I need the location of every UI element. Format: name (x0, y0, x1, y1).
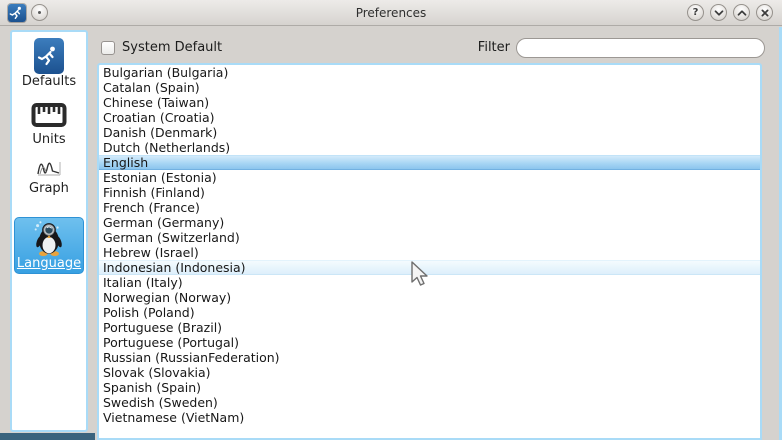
language-row[interactable]: English (99, 155, 760, 170)
language-row[interactable]: Russian (RussianFederation) (99, 350, 760, 365)
question-icon: ? (693, 7, 699, 18)
language-row[interactable]: Portuguese (Brazil) (99, 320, 760, 335)
close-button[interactable] (756, 4, 773, 21)
graph-icon (12, 159, 86, 181)
language-row[interactable]: French (France) (99, 200, 760, 215)
language-row[interactable]: Slovak (Slovakia) (99, 365, 760, 380)
language-row[interactable]: Swedish (Sweden) (99, 395, 760, 410)
language-row[interactable]: Bulgarian (Bulgaria) (99, 65, 760, 80)
language-row[interactable]: Portuguese (Portugal) (99, 335, 760, 350)
minimize-button[interactable] (710, 4, 727, 21)
language-row[interactable]: Danish (Denmark) (99, 125, 760, 140)
language-row[interactable]: Croatian (Croatia) (99, 110, 760, 125)
language-row[interactable]: Spanish (Spain) (99, 380, 760, 395)
background-window-edge (0, 433, 95, 440)
close-icon (758, 6, 772, 20)
sidebar-item-defaults[interactable]: Defaults (12, 38, 86, 89)
sidebar-item-language[interactable]: Language (14, 217, 84, 274)
sidebar-item-label: Units (12, 132, 86, 147)
language-row[interactable]: Estonian (Estonia) (99, 170, 760, 185)
sidebar-item-label: Graph (12, 181, 86, 196)
titlebar[interactable]: Preferences ? (0, 0, 782, 26)
language-row[interactable]: Vietnamese (VietNam) (99, 410, 760, 425)
sidebar-item-label: Defaults (12, 74, 86, 89)
language-row[interactable]: Dutch (Netherlands) (99, 140, 760, 155)
language-row[interactable]: Norwegian (Norway) (99, 290, 760, 305)
language-row[interactable]: Catalan (Spain) (99, 80, 760, 95)
filter-input[interactable] (516, 38, 765, 58)
ruler-icon (12, 102, 86, 132)
language-row[interactable]: Chinese (Taiwan) (99, 95, 760, 110)
system-default-label[interactable]: System Default (122, 41, 222, 55)
maximize-button[interactable] (733, 4, 750, 21)
chevron-up-icon (735, 6, 749, 20)
filter-label: Filter (430, 41, 510, 55)
penguin-icon (30, 219, 68, 257)
language-row[interactable]: German (Switzerland) (99, 230, 760, 245)
sidebar-item-label: Language (15, 256, 83, 271)
language-list[interactable]: Bulgarian (Bulgaria)Catalan (Spain)Chine… (97, 63, 762, 440)
help-button[interactable]: ? (687, 4, 704, 21)
window-title: Preferences (0, 0, 782, 26)
sidebar-item-graph[interactable]: Graph (12, 159, 86, 196)
language-row[interactable]: Finnish (Finland) (99, 185, 760, 200)
chevron-down-icon (712, 6, 726, 20)
language-row[interactable]: Polish (Poland) (99, 305, 760, 320)
mouse-cursor (408, 260, 430, 288)
system-default-checkbox[interactable] (101, 41, 115, 55)
sidebar-item-units[interactable]: Units (12, 102, 86, 147)
sidebar: Defaults Units Graph Language (10, 30, 88, 432)
language-row[interactable]: German (Germany) (99, 215, 760, 230)
language-row[interactable]: Hebrew (Israel) (99, 245, 760, 260)
diver-icon (34, 38, 64, 74)
